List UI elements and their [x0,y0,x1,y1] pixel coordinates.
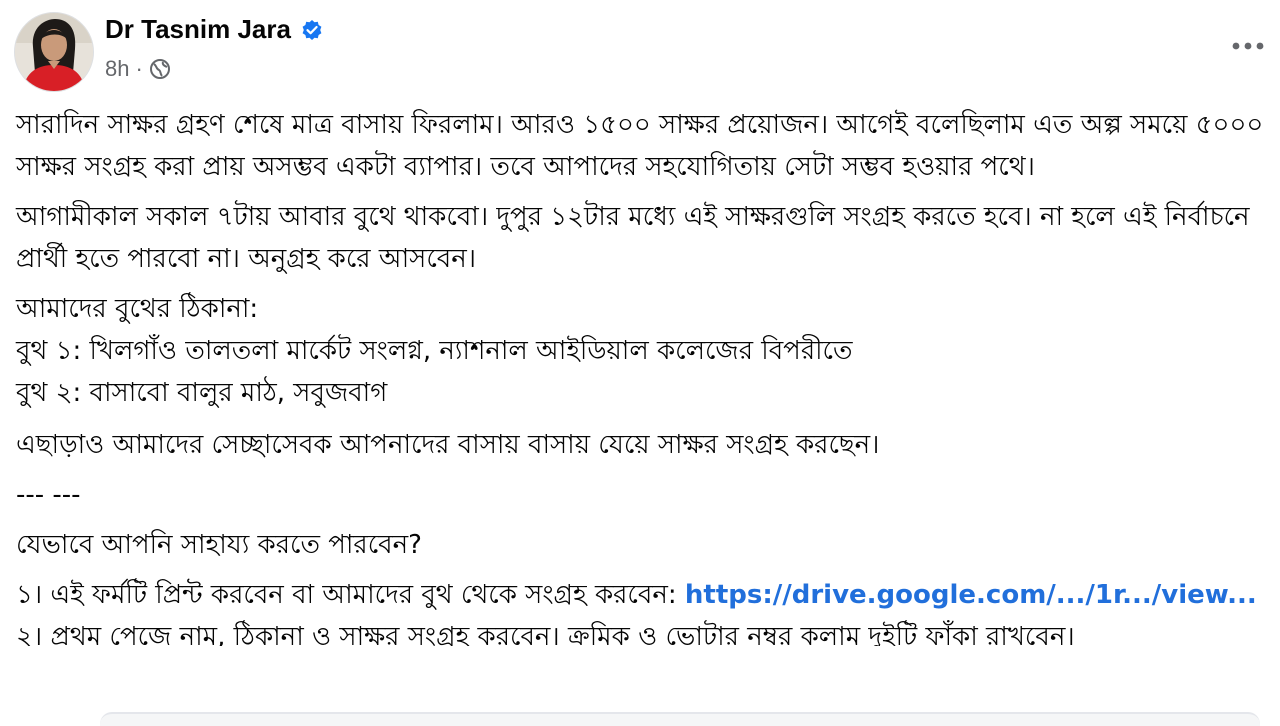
step-1: ১। এই ফর্মটি প্রিন্ট করবেন বা আমাদের বুথ… [16,574,1272,616]
booth-heading: আমাদের বুথের ঠিকানা: [16,294,259,324]
comment-box-edge[interactable] [100,712,1260,726]
step-2-partial: ২। প্রথম পেজে নাম, ঠিকানা ও সাক্ষর সংগ্র… [16,622,1075,646]
post-time[interactable]: 8h [105,56,129,82]
booth-2-address: বুথ ২: বাসাবো বালুর মাঠ, সবুজবাগ [16,378,388,408]
avatar[interactable] [14,12,94,92]
more-options-icon[interactable] [1230,28,1266,64]
globe-icon[interactable] [149,58,171,80]
help-question: যেভাবে আপনি সাহায্য করতে পারবেন? [16,530,422,560]
post-meta: 8h · [105,56,171,82]
meta-separator: · [135,56,143,81]
post-paragraph-volunteers: এছাড়াও আমাদের সেচ্ছাসেবক আপনাদের বাসায়… [16,430,880,460]
step-1-text: ১। এই ফর্মটি প্রিন্ট করবেন বা আমাদের বুথ… [16,580,685,610]
post-body: সারাদিন সাক্ষর গ্রহণ শেষে মাত্র বাসায় ফ… [16,104,1272,654]
post-header: Dr Tasnim Jara 8h · [0,0,1280,100]
post-paragraph-2: আগামীকাল সকাল ৭টায় আবার বুথে থাকবো। দুপ… [16,202,1250,274]
booth-1-address: বুথ ১: খিলগাঁও তালতলা মার্কেট সংলগ্ন, ন্… [16,336,853,366]
form-link[interactable]: https://drive.google.com/.../1r.../view.… [685,580,1257,610]
booth-addresses: আমাদের বুথের ঠিকানা: বুথ ১: খিলগাঁও তালত… [16,288,1272,414]
avatar-photo [15,13,93,91]
post-paragraph-1: সারাদিন সাক্ষর গ্রহণ শেষে মাত্র বাসায় ফ… [16,110,1264,182]
verified-badge-icon [301,19,323,41]
author-name[interactable]: Dr Tasnim Jara [105,14,291,45]
author-row: Dr Tasnim Jara [105,14,323,45]
divider-text: --- --- [16,480,81,510]
